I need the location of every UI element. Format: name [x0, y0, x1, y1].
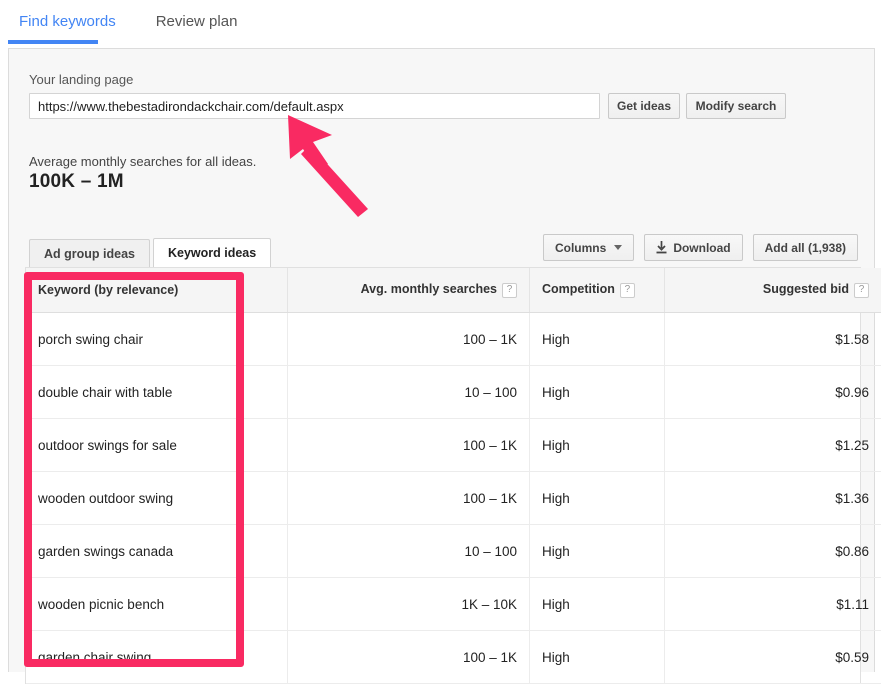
- tab-find-keywords-label: Find keywords: [19, 13, 116, 30]
- cell-avg-monthly-searches: 1K – 10K: [288, 578, 530, 631]
- table-row[interactable]: garden swings canada10 – 100High$0.86»: [26, 525, 881, 578]
- tab-keyword-ideas[interactable]: Keyword ideas: [153, 238, 271, 267]
- average-searches-label: Average monthly searches for all ideas.: [29, 154, 256, 169]
- cell-keyword: wooden outdoor swing: [26, 472, 288, 525]
- help-icon-suggested-bid[interactable]: ?: [854, 283, 869, 298]
- help-icon-avg-monthly-searches[interactable]: ?: [502, 283, 517, 298]
- column-header-competition[interactable]: Competition?: [530, 268, 665, 313]
- cell-keyword: wooden picnic bench: [26, 578, 288, 631]
- cell-suggested-bid: $0.86: [665, 525, 881, 578]
- cell-avg-monthly-searches: 100 – 1K: [288, 472, 530, 525]
- modify-search-button[interactable]: Modify search: [686, 93, 786, 119]
- cell-competition: High: [530, 366, 665, 419]
- cell-avg-monthly-searches: 100 – 1K: [288, 631, 530, 684]
- table-toolbar: Columns Download Add all (1,938): [543, 234, 858, 261]
- column-header-suggested-bid-label: Suggested bid: [763, 282, 849, 296]
- tab-review-plan[interactable]: Review plan: [134, 0, 256, 29]
- table-row[interactable]: outdoor swings for sale100 – 1KHigh$1.25…: [26, 419, 881, 472]
- column-header-suggested-bid[interactable]: Suggested bid?: [665, 268, 881, 313]
- cell-suggested-bid: $1.11: [665, 578, 881, 631]
- cell-keyword: garden chair swing: [26, 631, 288, 684]
- columns-button-label: Columns: [555, 241, 606, 255]
- cell-keyword: garden swings canada: [26, 525, 288, 578]
- column-header-avg-monthly-searches[interactable]: Avg. monthly searches?: [288, 268, 530, 313]
- column-header-keyword[interactable]: Keyword (by relevance): [26, 268, 288, 313]
- average-searches-value: 100K – 1M: [29, 171, 124, 193]
- table-header-row: Keyword (by relevance) Avg. monthly sear…: [26, 268, 881, 313]
- download-button[interactable]: Download: [644, 234, 742, 261]
- columns-button[interactable]: Columns: [543, 234, 634, 261]
- cell-competition: High: [530, 631, 665, 684]
- cell-suggested-bid: $1.25: [665, 419, 881, 472]
- table-row[interactable]: double chair with table10 – 100High$0.96…: [26, 366, 881, 419]
- cell-competition: High: [530, 525, 665, 578]
- tab-ad-group-ideas-label: Ad group ideas: [44, 247, 135, 261]
- keyword-planner-panel: Your landing page Get ideas Modify searc…: [8, 48, 875, 672]
- ideas-tab-group: Ad group ideas Keyword ideas: [29, 239, 271, 267]
- tab-ad-group-ideas[interactable]: Ad group ideas: [29, 239, 150, 267]
- landing-page-label: Your landing page: [29, 72, 133, 87]
- chevron-down-icon: [614, 245, 622, 250]
- cell-avg-monthly-searches: 100 – 1K: [288, 419, 530, 472]
- landing-page-input[interactable]: [29, 93, 600, 119]
- cell-competition: High: [530, 578, 665, 631]
- column-header-keyword-label: Keyword (by relevance): [38, 283, 178, 297]
- cell-keyword: outdoor swings for sale: [26, 419, 288, 472]
- cell-keyword: double chair with table: [26, 366, 288, 419]
- cell-suggested-bid: $1.36: [665, 472, 881, 525]
- add-all-button[interactable]: Add all (1,938): [753, 234, 858, 261]
- cell-avg-monthly-searches: 10 – 100: [288, 366, 530, 419]
- tab-review-plan-label: Review plan: [156, 13, 238, 30]
- column-header-competition-label: Competition: [542, 282, 615, 296]
- table-row[interactable]: garden chair swing100 – 1KHigh$0.59»: [26, 631, 881, 684]
- cell-avg-monthly-searches: 100 – 1K: [288, 313, 530, 366]
- table-row[interactable]: wooden picnic bench1K – 10KHigh$1.11»: [26, 578, 881, 631]
- table-body: porch swing chair100 – 1KHigh$1.58»doubl…: [26, 313, 881, 684]
- get-ideas-button[interactable]: Get ideas: [608, 93, 680, 119]
- table-row[interactable]: porch swing chair100 – 1KHigh$1.58»: [26, 313, 881, 366]
- tab-find-keywords[interactable]: Find keywords: [8, 0, 134, 29]
- top-tab-strip: Find keywords Review plan: [0, 0, 881, 48]
- cell-competition: High: [530, 419, 665, 472]
- cell-competition: High: [530, 313, 665, 366]
- table-row[interactable]: wooden outdoor swing100 – 1KHigh$1.36»: [26, 472, 881, 525]
- column-header-avg-monthly-searches-label: Avg. monthly searches: [361, 282, 497, 296]
- cell-suggested-bid: $0.59: [665, 631, 881, 684]
- download-button-label: Download: [673, 241, 730, 255]
- cell-suggested-bid: $1.58: [665, 313, 881, 366]
- cell-avg-monthly-searches: 10 – 100: [288, 525, 530, 578]
- keyword-ideas-table: Keyword (by relevance) Avg. monthly sear…: [26, 268, 881, 684]
- cell-keyword: porch swing chair: [26, 313, 288, 366]
- help-icon-competition[interactable]: ?: [620, 283, 635, 298]
- cell-suggested-bid: $0.96: [665, 366, 881, 419]
- cell-competition: High: [530, 472, 665, 525]
- keyword-ideas-table-wrapper: Keyword (by relevance) Avg. monthly sear…: [25, 267, 861, 684]
- download-icon: [656, 241, 667, 254]
- active-tab-underline: [8, 40, 98, 44]
- tab-keyword-ideas-label: Keyword ideas: [168, 246, 256, 260]
